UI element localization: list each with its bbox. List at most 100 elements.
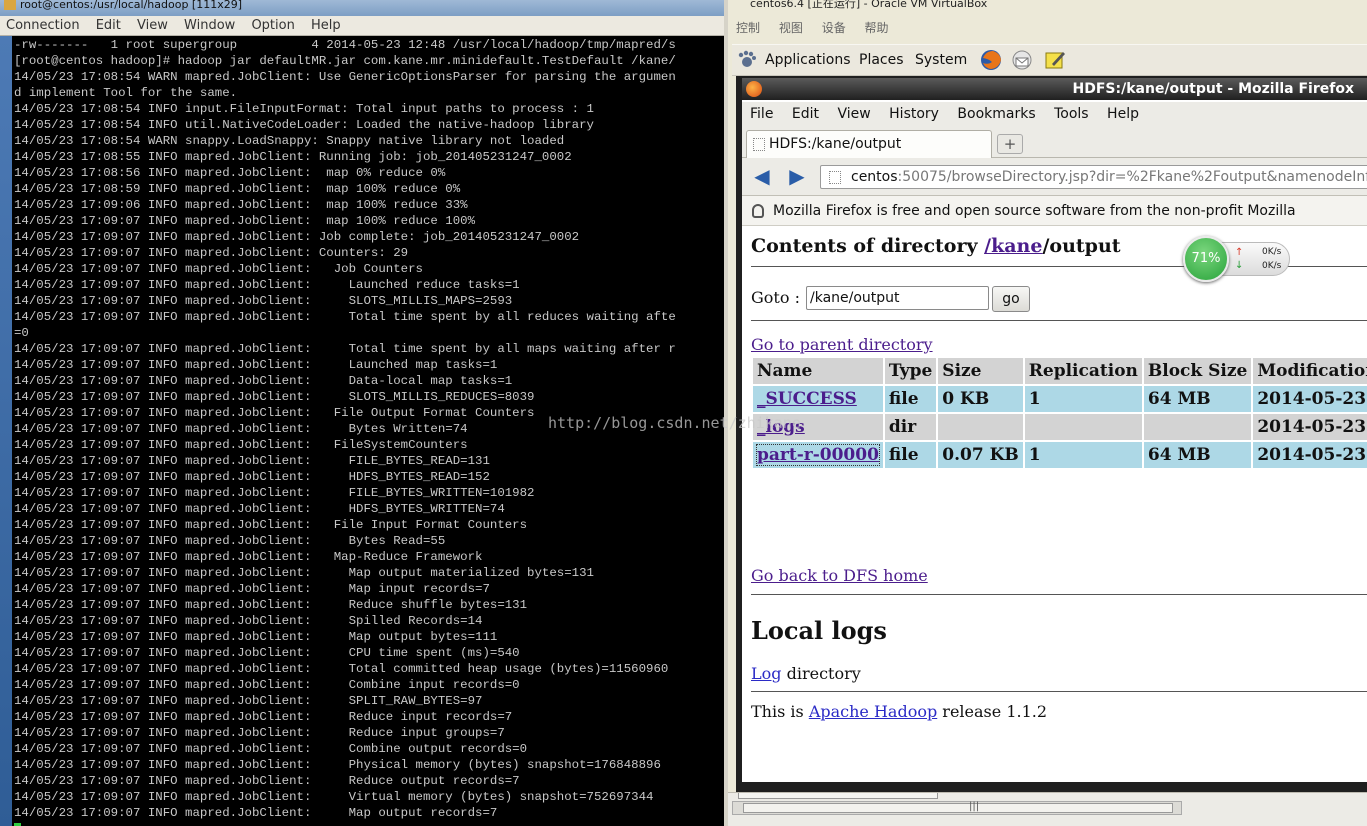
terminal-menu-window[interactable]: Window: [178, 16, 241, 34]
terminal-menu-view[interactable]: View: [131, 16, 174, 34]
firefox-titlebar[interactable]: HDFS:/kane/output - Mozilla Firefox: [742, 78, 1367, 100]
terminal-line: 14/05/23 17:09:07 INFO mapred.JobClient:…: [14, 550, 483, 564]
panel-places-menu[interactable]: Places: [859, 52, 904, 68]
table-header-row: Name Type Size Replication Block Size Mo…: [753, 358, 1367, 384]
ff-menu-bookmarks[interactable]: Bookmarks: [949, 102, 1041, 122]
scrollbar-thumb[interactable]: |||: [743, 801, 1173, 813]
tab-hdfs-output[interactable]: HDFS:/kane/output: [746, 130, 992, 158]
go-button[interactable]: go: [992, 286, 1030, 312]
apache-hadoop-link[interactable]: Apache Hadoop: [809, 702, 937, 721]
upload-arrow-icon: ↑: [1235, 247, 1244, 258]
table-row: _SUCCESS file 0 KB 1 64 MB 2014-05-23 17…: [753, 386, 1367, 412]
divider: [751, 320, 1367, 321]
grip-icon: |||: [969, 801, 980, 812]
terminal-line: 14/05/23 17:09:07 INFO mapred.JobClient:…: [14, 662, 669, 676]
mail-launcher-icon[interactable]: [1011, 49, 1033, 71]
firefox-window: HDFS:/kane/output - Mozilla Firefox File…: [742, 78, 1367, 782]
terminal-line: 14/05/23 17:09:06 INFO mapred.JobClient:…: [14, 198, 468, 212]
firefox-tabbar: HDFS:/kane/output +: [742, 126, 1367, 158]
type-cell: dir: [884, 414, 937, 440]
url-bar[interactable]: centos:50075/browseDirectory.jsp?dir=%2F…: [820, 165, 1367, 189]
panel-system-menu[interactable]: System: [915, 52, 967, 68]
vbox-menu-devices[interactable]: 设备: [815, 14, 854, 36]
terminal-menu-option[interactable]: Option: [245, 16, 300, 34]
gnome-top-panel: Applications Places System: [732, 44, 1367, 76]
firefox-menubar: File Edit View History Bookmarks Tools H…: [742, 102, 1367, 126]
vbox-titlebar[interactable]: centos6.4 [正在运行] - Oracle VM VirtualBox: [728, 0, 1367, 9]
terminal-line: 14/05/23 17:09:07 INFO mapred.JobClient:…: [14, 358, 498, 372]
terminal-line: 14/05/23 17:08:54 WARN snappy.LoadSnappy…: [14, 134, 565, 148]
vbox-menu-view[interactable]: 视图: [772, 14, 811, 36]
network-speed-widget[interactable]: 71% ↑ ↓ 0K/s 0K/s: [1180, 236, 1290, 282]
divider: [751, 594, 1367, 595]
terminal-line: 14/05/23 17:09:07 INFO mapred.JobClient:…: [14, 262, 423, 276]
terminal-line: 14/05/23 17:08:59 INFO mapred.JobClient:…: [14, 182, 461, 196]
terminal-line: 14/05/23 17:09:07 INFO mapred.JobClient:…: [14, 454, 490, 468]
parent-directory-link[interactable]: Go to parent directory: [751, 335, 933, 354]
terminal-title: root@centos:/usr/local/hadoop [111x29]: [20, 0, 243, 11]
col-block-size: Block Size: [1143, 358, 1252, 384]
terminal-line: 14/05/23 17:09:07 INFO mapred.JobClient:…: [14, 774, 520, 788]
terminal-menubar: Connection Edit View Window Option Help: [0, 16, 728, 36]
horizontal-scrollbar[interactable]: |||: [732, 801, 1182, 815]
release-line: This is Apache Hadoop release 1.1.2: [751, 702, 1047, 721]
terminal-menu-help[interactable]: Help: [305, 16, 347, 34]
replication-cell: 1: [1024, 442, 1142, 468]
release-suffix: release 1.1.2: [937, 702, 1048, 721]
url-host: centos: [851, 169, 898, 185]
terminal-line: 14/05/23 17:09:07 INFO mapred.JobClient:…: [14, 742, 528, 756]
terminal-line: 14/05/23 17:09:07 INFO mapred.JobClient:…: [14, 726, 505, 740]
forward-arrow-icon[interactable]: ▶: [786, 166, 808, 187]
file-link-success[interactable]: _SUCCESS: [757, 389, 857, 409]
terminal-menu-connection[interactable]: Connection: [0, 16, 86, 34]
terminal-line: d implement Tool for the same.: [14, 86, 238, 100]
lightbulb-icon: [752, 204, 764, 218]
panel-applications-menu[interactable]: Applications: [765, 52, 851, 68]
page-content: Contents of directory /kane/output Goto …: [742, 226, 1367, 782]
terminal-line: 14/05/23 17:09:07 INFO mapred.JobClient:…: [14, 294, 513, 308]
goto-input[interactable]: /kane/output: [806, 286, 989, 310]
col-replication: Replication: [1024, 358, 1142, 384]
back-arrow-icon[interactable]: ◀: [751, 166, 773, 187]
vbox-menu-help[interactable]: 帮助: [858, 14, 897, 36]
log-suffix: directory: [781, 664, 861, 683]
download-arrow-icon: ↓: [1235, 260, 1244, 271]
desktop-edge: [0, 36, 12, 826]
firefox-launcher-icon[interactable]: [980, 49, 1002, 71]
terminal-line: 14/05/23 17:09:07 INFO mapred.JobClient:…: [14, 230, 580, 244]
ff-menu-help[interactable]: Help: [1099, 102, 1145, 122]
file-name-cell: _SUCCESS: [753, 386, 883, 412]
file-name-cell: part-r-00000: [753, 442, 883, 468]
type-cell: file: [884, 442, 937, 468]
new-tab-button[interactable]: +: [997, 134, 1023, 154]
vbox-menu-control[interactable]: 控制: [728, 14, 768, 36]
replication-cell: 1: [1024, 386, 1142, 412]
ff-menu-edit[interactable]: Edit: [784, 102, 825, 122]
terminal-menu-edit[interactable]: Edit: [90, 16, 127, 34]
terminal-titlebar[interactable]: root@centos:/usr/local/hadoop [111x29]: [0, 0, 728, 16]
ff-menu-tools[interactable]: Tools: [1046, 102, 1095, 122]
block-size-cell: 64 MB: [1143, 386, 1252, 412]
log-link[interactable]: Log: [751, 664, 782, 683]
terminal-line: 14/05/23 17:09:07 INFO mapred.JobClient:…: [14, 438, 468, 452]
ff-menu-view[interactable]: View: [829, 102, 876, 122]
dfs-home-link[interactable]: Go back to DFS home: [751, 566, 928, 585]
ff-menu-file[interactable]: File: [742, 102, 779, 122]
page-title: Contents of directory /kane/output: [751, 235, 1121, 257]
terminal-line: 14/05/23 17:09:07 INFO mapred.JobClient:…: [14, 486, 535, 500]
size-cell: 0.07 KB: [938, 442, 1023, 468]
release-prefix: This is: [751, 702, 809, 721]
local-logs-heading: Local logs: [751, 616, 887, 645]
terminal-line: 14/05/23 17:09:07 INFO mapred.JobClient:…: [14, 374, 513, 388]
ff-menu-history[interactable]: History: [881, 102, 945, 122]
taskbar-item[interactable]: [738, 793, 938, 799]
notes-launcher-icon[interactable]: [1044, 49, 1066, 71]
kane-dir-link[interactable]: /kane: [984, 235, 1042, 257]
terminal-line: 14/05/23 17:09:07 INFO mapred.JobClient:…: [14, 534, 446, 548]
terminal-line: 14/05/23 17:09:07 INFO mapred.JobClient:…: [14, 342, 676, 356]
terminal-line: [root@centos hadoop]# hadoop jar default…: [14, 54, 676, 68]
file-link-part-r-00000[interactable]: part-r-00000: [756, 444, 880, 466]
terminal-line: =0: [14, 326, 29, 340]
virtualbox-window: centos6.4 [正在运行] - Oracle VM VirtualBox …: [728, 0, 1367, 826]
notification-bar: Mozilla Firefox is free and open source …: [742, 196, 1367, 249]
